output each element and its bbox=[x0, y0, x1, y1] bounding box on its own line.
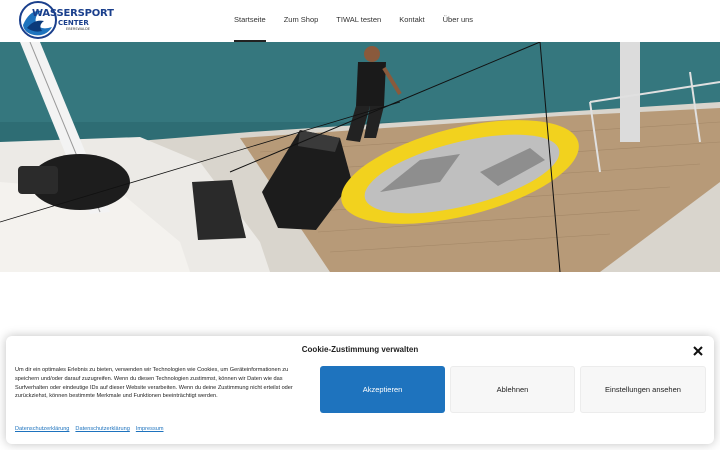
hero-image bbox=[0, 42, 720, 272]
cookie-title: Cookie-Zustimmung verwalten bbox=[301, 345, 419, 354]
nav-item-ueber-uns[interactable]: Über uns bbox=[443, 0, 473, 42]
site-header: WASSERSPORT CENTER EBERSWALDE Startseite… bbox=[0, 0, 720, 42]
privacy-policy-link-2[interactable]: Datenschutzerklärung bbox=[75, 426, 129, 432]
logo-line2: CENTER bbox=[58, 19, 89, 27]
cookie-consent-dialog: Cookie-Zustimmung verwalten Um dir ein o… bbox=[6, 336, 714, 444]
cookie-description: Um dir ein optimales Erlebnis zu bieten,… bbox=[15, 367, 293, 400]
logo-line3: EBERSWALDE bbox=[66, 27, 90, 31]
accept-button[interactable]: Akzeptieren bbox=[320, 366, 445, 413]
close-icon[interactable] bbox=[692, 344, 704, 356]
imprint-link[interactable]: Impressum bbox=[136, 426, 164, 432]
logo[interactable]: WASSERSPORT CENTER EBERSWALDE bbox=[18, 1, 118, 39]
nav-item-startseite[interactable]: Startseite bbox=[234, 0, 266, 42]
view-settings-button[interactable]: Einstellungen ansehen bbox=[580, 366, 706, 413]
nav-item-kontakt[interactable]: Kontakt bbox=[399, 0, 424, 42]
nav-item-tiwal-testen[interactable]: TIWAL testen bbox=[336, 0, 381, 42]
page: WASSERSPORT CENTER EBERSWALDE Startseite… bbox=[0, 0, 720, 450]
logo-line1: WASSERSPORT bbox=[32, 8, 114, 19]
main-nav: Startseite Zum Shop TIWAL testen Kontakt… bbox=[234, 0, 491, 42]
logo-text: WASSERSPORT CENTER EBERSWALDE bbox=[32, 9, 114, 32]
hero-boat-illustration bbox=[0, 42, 720, 272]
privacy-policy-link[interactable]: Datenschutzerklärung bbox=[15, 426, 69, 432]
deny-button[interactable]: Ablehnen bbox=[450, 366, 575, 413]
cookie-links: Datenschutzerklärung Datenschutzerklärun… bbox=[15, 426, 164, 432]
nav-item-zum-shop[interactable]: Zum Shop bbox=[284, 0, 319, 42]
